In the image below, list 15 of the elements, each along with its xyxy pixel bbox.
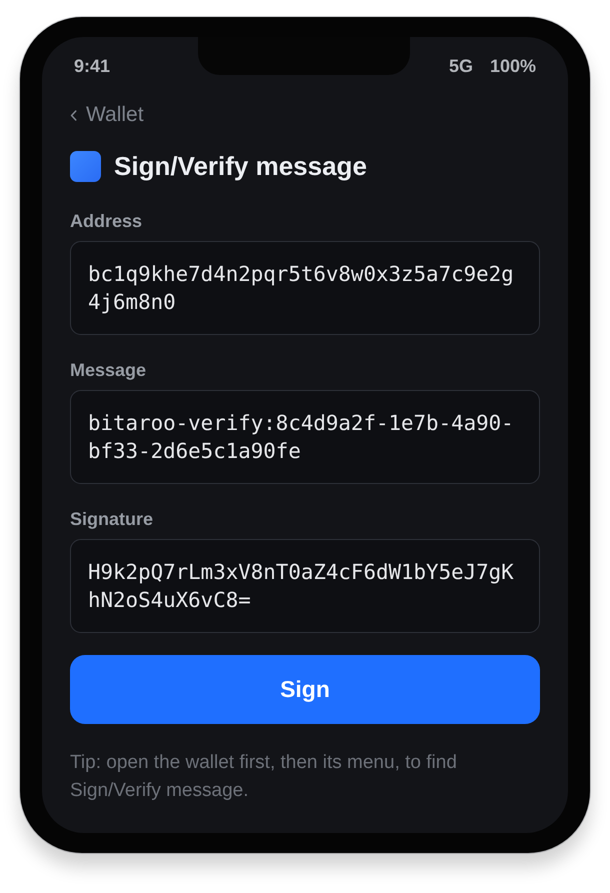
network-text: 5G [448, 55, 473, 77]
battery-text: 100% [490, 55, 536, 77]
field-label: Address [70, 210, 144, 232]
text-field[interactable]: bitaroo-verify:8c4d9a2f-1e7b-4a90-bf33-2d6e5c1a90fe [70, 390, 540, 484]
page-title: Sign/Verify message [114, 151, 367, 182]
field-label: Signature [70, 508, 154, 530]
chevron-left-icon [70, 110, 77, 120]
text-field[interactable]: bc1q9khe7d4n2pqr5t6v8w0x3z5a7c9e2g4j6m8n0 [70, 241, 540, 335]
status-time: 9:41 [74, 55, 110, 77]
tip-text: Tip: open the wallet first, then its menu, to find Sign/Verify message. [70, 751, 458, 803]
sign-button[interactable]: Sign [70, 655, 540, 724]
tile-icon [70, 151, 101, 182]
back-link[interactable]: Wallet [70, 104, 144, 126]
text-field[interactable]: H9k2pQ7rLm3xV8nT0aZ4cF6dW1bY5eJ7gKhN2oS4uX6vC8= [70, 539, 540, 633]
field-label: Message [70, 359, 148, 381]
